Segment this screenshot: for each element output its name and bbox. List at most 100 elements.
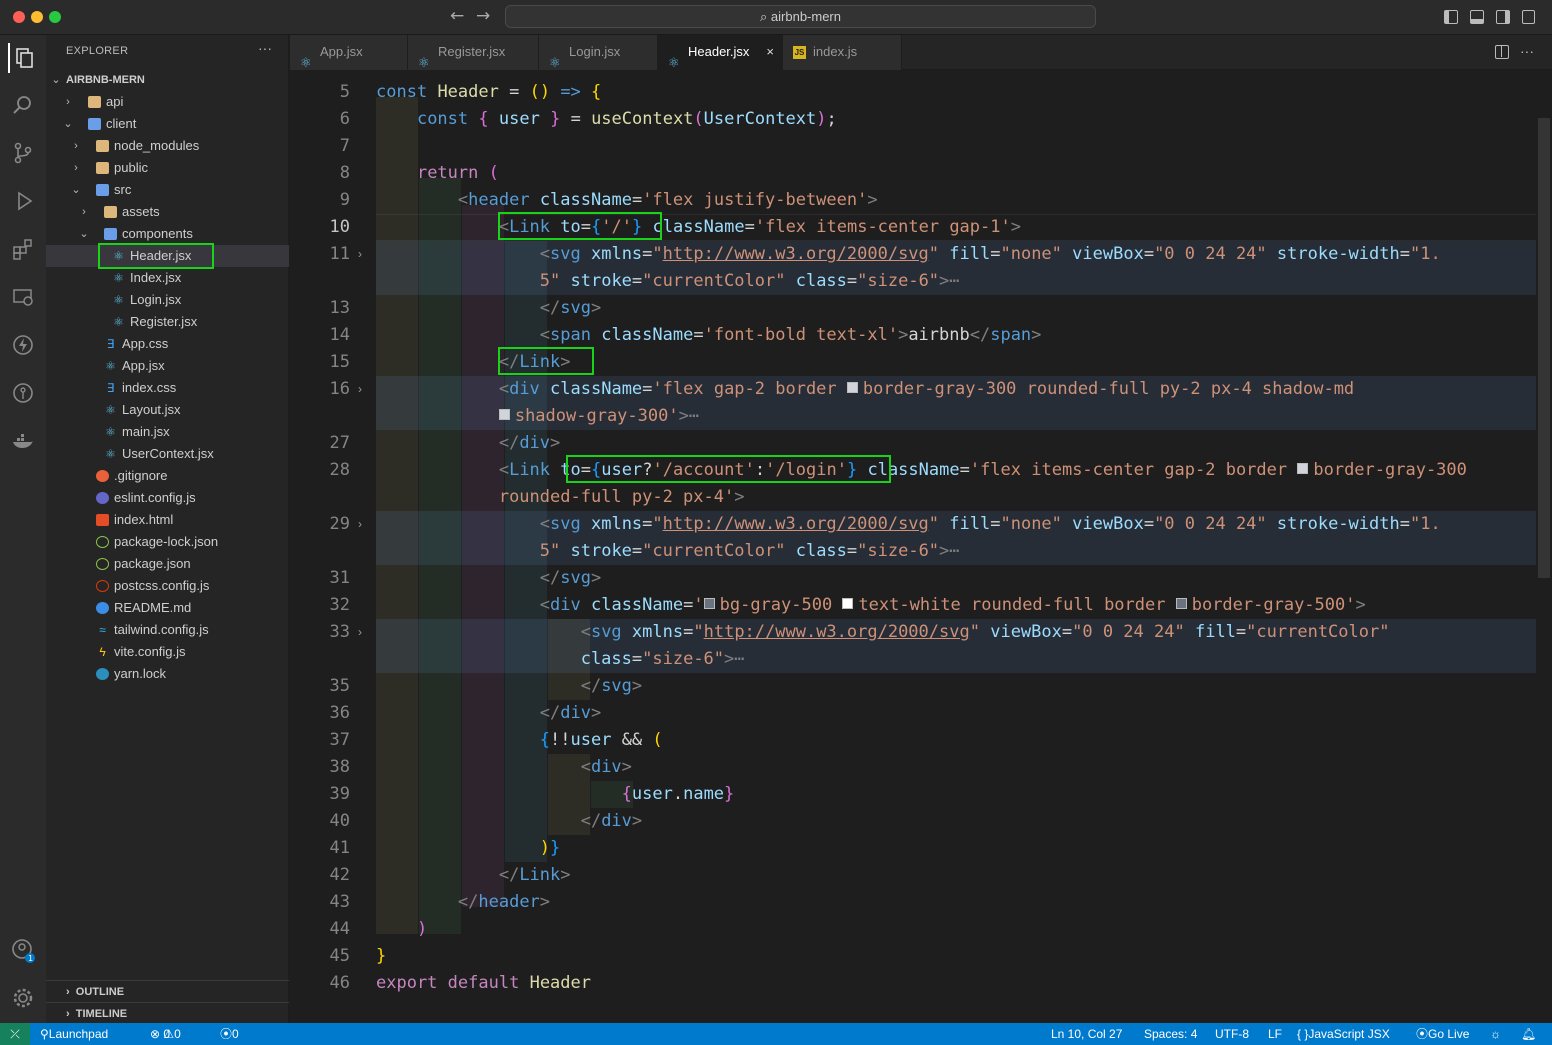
fold-arrow-icon[interactable]: › (358, 241, 362, 268)
editor-scrollbar[interactable] (1538, 118, 1550, 578)
line-number: 6 (339, 109, 350, 129)
chevron-down-icon[interactable]: ⌄ (70, 179, 82, 201)
notifications-bell-icon[interactable]: 🔔︎ (1521, 1023, 1536, 1045)
source-control-icon[interactable] (8, 138, 38, 168)
search-icon[interactable] (8, 90, 38, 120)
ports-item[interactable]: ⦿ 0 (220, 1023, 239, 1045)
tab-index-js[interactable]: JS index.js (783, 35, 902, 70)
tab-header-jsx[interactable]: ⚛ Header.jsx × (658, 35, 783, 70)
tree-item[interactable]: ⚛ App.jsx (46, 355, 289, 377)
tree-item[interactable]: ≈ tailwind.config.js (46, 619, 289, 641)
line-number: 33 (329, 622, 350, 642)
tree-item[interactable]: › node_modules (46, 135, 289, 157)
tab-app-jsx[interactable]: ⚛ App.jsx (290, 35, 408, 70)
code-line: 5" stroke="currentColor" class="size-6">… (539, 541, 960, 561)
react-icon: ⚛ (549, 55, 561, 70)
timeline-section[interactable]: › TIMELINE (46, 1002, 289, 1024)
close-tab-icon[interactable]: × (766, 35, 774, 69)
maximize-window-button[interactable] (49, 11, 61, 23)
chevron-right-icon[interactable]: › (70, 135, 82, 157)
tree-item[interactable]: README.md (46, 597, 289, 619)
tree-item[interactable]: ⚛ Login.jsx (46, 289, 289, 311)
tree-item[interactable]: ⚛ Layout.jsx (46, 399, 289, 421)
tree-item[interactable]: yarn.lock (46, 663, 289, 685)
split-editor-icon[interactable] (1495, 45, 1509, 59)
minimize-window-button[interactable] (31, 11, 43, 23)
back-arrow-icon[interactable]: ← (450, 6, 464, 26)
thunder-client-icon[interactable] (8, 330, 38, 360)
copilot-icon[interactable]: ☼ (1490, 1023, 1501, 1045)
tree-item[interactable]: ϟ vite.config.js (46, 641, 289, 663)
end-of-line[interactable]: LF (1268, 1023, 1282, 1045)
fold-arrow-icon[interactable]: › (358, 511, 362, 538)
react-icon: ⚛ (105, 359, 116, 373)
tree-item[interactable]: ⌄ client (46, 113, 289, 135)
toggle-primary-sidebar-icon[interactable] (1444, 10, 1458, 24)
accounts-icon[interactable]: 1 (8, 935, 38, 965)
tree-item[interactable]: ∃ index.css (46, 377, 289, 399)
tree-item[interactable]: postcss.config.js (46, 575, 289, 597)
line-number: 32 (329, 595, 350, 615)
react-icon: ⚛ (418, 55, 430, 70)
chevron-down-icon[interactable]: ⌄ (62, 113, 74, 135)
chevron-down-icon[interactable]: ⌄ (78, 223, 90, 245)
go-live-button[interactable]: ⦿ Go Live (1416, 1023, 1469, 1045)
tree-item[interactable]: package-lock.json (46, 531, 289, 553)
settings-gear-icon[interactable] (8, 983, 38, 1013)
css-icon: ∃ (106, 381, 115, 395)
encoding[interactable]: UTF-8 (1215, 1023, 1249, 1045)
chevron-right-icon[interactable]: › (78, 201, 90, 223)
toggle-secondary-sidebar-icon[interactable] (1496, 10, 1510, 24)
indentation[interactable]: Spaces: 4 (1144, 1023, 1197, 1045)
fold-arrow-icon[interactable]: › (358, 619, 362, 646)
line-number: 46 (329, 973, 350, 993)
tree-item[interactable]: ⌄ components (46, 223, 289, 245)
editor-more-actions-icon[interactable]: ··· (1520, 43, 1534, 59)
tree-item[interactable]: ⌄ src (46, 179, 289, 201)
chevron-right-icon[interactable]: › (62, 91, 74, 113)
tree-item[interactable]: › api (46, 91, 289, 113)
code-line: </Link> (498, 865, 571, 885)
line-number: 27 (329, 433, 350, 453)
tree-item[interactable]: ⚛ UserContext.jsx (46, 443, 289, 465)
tree-item[interactable]: package.json (46, 553, 289, 575)
chevron-right-icon[interactable]: › (70, 157, 82, 179)
line-number: 14 (329, 325, 350, 345)
tree-item[interactable]: index.html (46, 509, 289, 531)
nodejs-icon (96, 558, 109, 570)
tree-item[interactable]: ⚛ main.jsx (46, 421, 289, 443)
tree-item[interactable]: .gitignore (46, 465, 289, 487)
editor-tabs: ⚛ App.jsx ⚛ Register.jsx ⚛ Login.jsx ⚛ Heade… (290, 35, 1552, 70)
more-actions-icon[interactable]: ··· (258, 40, 272, 56)
outline-section[interactable]: › OUTLINE (46, 980, 289, 1002)
folder-icon (96, 162, 109, 174)
tree-item[interactable]: › assets (46, 201, 289, 223)
tree-item[interactable]: ⚛ Index.jsx (46, 267, 289, 289)
language-mode[interactable]: { } JavaScript JSX (1297, 1023, 1390, 1045)
extensions-icon[interactable] (8, 234, 38, 264)
code-line: <div className=' bg-gray-500 text-white r… (539, 595, 1366, 615)
close-window-button[interactable] (13, 11, 25, 23)
fold-arrow-icon[interactable]: › (358, 376, 362, 403)
command-center-search[interactable]: ⌕ airbnb-mern (505, 5, 1096, 28)
tree-item[interactable]: ∃ App.css (46, 333, 289, 355)
tree-item[interactable]: eslint.config.js (46, 487, 289, 509)
code-editor[interactable]: 5 6 7 8 9 10 11 13 14 15 16 27 28 29 31 32 33 35 36 37 38 39 4… (290, 70, 1552, 1023)
customize-layout-icon[interactable] (1522, 10, 1535, 24)
docker-icon[interactable] (8, 426, 38, 456)
remote-indicator-icon[interactable]: ⤫ (0, 1023, 30, 1045)
workspace-root[interactable]: ⌄ AIRBNB-MERN (46, 69, 289, 91)
tab-login-jsx[interactable]: ⚛ Login.jsx (539, 35, 658, 70)
launchpad-item[interactable]: ⚲ Launchpad (40, 1023, 108, 1045)
tree-item[interactable]: ⚛ Register.jsx (46, 311, 289, 333)
tree-item[interactable]: › public (46, 157, 289, 179)
gitlens-icon[interactable] (8, 378, 38, 408)
tab-register-jsx[interactable]: ⚛ Register.jsx (408, 35, 539, 70)
toggle-panel-icon[interactable] (1470, 10, 1484, 24)
problems-item[interactable]: ⊗ 0 ⚠ 0 (150, 1023, 181, 1045)
cursor-position[interactable]: Ln 10, Col 27 (1051, 1023, 1122, 1045)
forward-arrow-icon[interactable]: → (476, 6, 490, 26)
run-debug-icon[interactable] (8, 186, 38, 216)
remote-explorer-icon[interactable] (8, 282, 38, 312)
explorer-icon[interactable] (8, 43, 38, 73)
